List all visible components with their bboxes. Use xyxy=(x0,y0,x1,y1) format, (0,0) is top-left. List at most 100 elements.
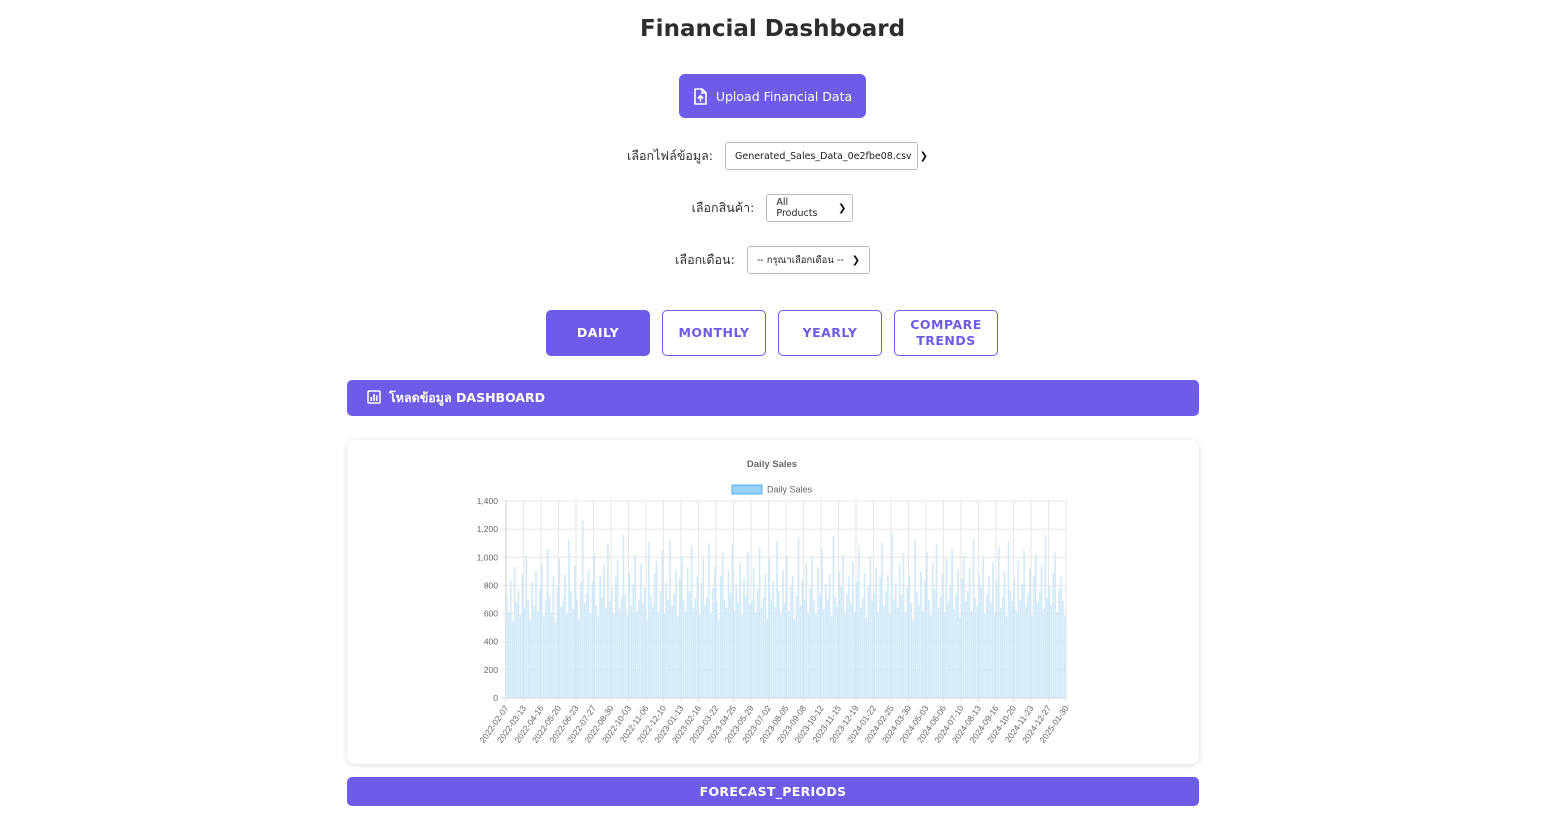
bar xyxy=(729,592,732,698)
product-select[interactable]: All Products ❯ xyxy=(766,194,854,222)
bar xyxy=(749,605,751,698)
y-tick-label: 1,200 xyxy=(477,524,499,534)
bar xyxy=(854,612,856,698)
bar xyxy=(898,564,901,698)
bar xyxy=(587,569,590,698)
bar xyxy=(906,586,909,698)
bar xyxy=(838,571,841,698)
tab-yearly[interactable]: YEARLY xyxy=(778,310,882,356)
bar xyxy=(513,567,516,698)
month-select-value: -- กรุณาเลือกเดือน -- xyxy=(756,254,844,266)
bar xyxy=(916,592,918,698)
bar xyxy=(506,596,508,698)
daily-sales-chart-card: Daily Sales Daily Sales 0 200 400 600 800 1,0… xyxy=(347,440,1199,764)
bar xyxy=(628,572,631,698)
bar xyxy=(830,616,833,698)
bar xyxy=(941,574,944,698)
upload-financial-data-button[interactable]: Upload Financial Data xyxy=(679,74,866,118)
tab-monthly[interactable]: MONTHLY xyxy=(662,310,766,356)
bar xyxy=(793,619,796,698)
tab-daily[interactable]: DAILY xyxy=(546,310,650,356)
bar xyxy=(988,575,990,698)
dashboard-section-header[interactable]: โหลดข้อมูล DASHBOARD xyxy=(347,380,1199,416)
bar xyxy=(875,567,878,698)
bar xyxy=(999,607,1002,698)
bar xyxy=(840,586,843,698)
bar xyxy=(541,564,543,698)
bar xyxy=(721,553,724,698)
bar xyxy=(712,588,714,698)
bar xyxy=(1058,589,1060,698)
chevron-down-icon: ❯ xyxy=(838,202,847,214)
bar xyxy=(585,593,588,698)
bar xyxy=(786,555,788,698)
bar xyxy=(622,534,625,698)
bar xyxy=(1023,550,1025,698)
bar xyxy=(931,562,934,698)
bar xyxy=(593,554,596,698)
chart-title: Daily Sales xyxy=(747,459,797,470)
bar xyxy=(1044,534,1047,698)
forecast-periods-bar[interactable]: FORECAST_PERIODS xyxy=(347,777,1199,806)
bar xyxy=(976,606,979,698)
forecast-periods-label: FORECAST_PERIODS xyxy=(699,784,847,799)
bar xyxy=(1054,553,1056,698)
bar xyxy=(675,569,677,698)
bar xyxy=(649,595,652,698)
bar xyxy=(507,612,510,698)
bar xyxy=(947,602,950,698)
bar xyxy=(509,579,512,698)
bar xyxy=(770,599,773,698)
bar xyxy=(1013,578,1016,698)
file-select[interactable]: Generated_Sales_Data_0e2fbe08.csv ❯ xyxy=(724,142,928,170)
bar xyxy=(564,574,566,698)
bar xyxy=(539,589,541,698)
bar xyxy=(867,585,870,698)
tab-compare-trends[interactable]: COMPARE TRENDS xyxy=(894,310,998,356)
bar xyxy=(918,605,920,698)
bar xyxy=(700,582,703,698)
y-tick-label: 1,000 xyxy=(477,552,499,562)
bar xyxy=(787,610,790,698)
y-tick-label: 0 xyxy=(493,693,498,703)
bar xyxy=(605,607,607,698)
bar xyxy=(994,612,996,698)
bar xyxy=(762,596,765,698)
bar xyxy=(636,610,638,698)
bar xyxy=(706,596,708,698)
month-select[interactable]: -- กรุณาเลือกเดือน -- ❯ xyxy=(746,246,870,274)
bar xyxy=(922,610,924,698)
bar xyxy=(859,607,862,698)
bar xyxy=(677,616,679,698)
bar xyxy=(599,575,601,698)
bar xyxy=(951,548,953,698)
bar xyxy=(716,602,718,698)
bar xyxy=(710,613,712,698)
bar xyxy=(970,610,973,698)
bar xyxy=(560,606,563,698)
bar xyxy=(828,574,831,698)
bar xyxy=(803,599,806,698)
y-tick-label: 400 xyxy=(484,637,498,647)
bar xyxy=(665,582,668,698)
bar xyxy=(826,599,829,698)
bar xyxy=(836,606,839,698)
bar xyxy=(1034,554,1037,698)
legend-label: Daily Sales xyxy=(767,485,813,495)
bar xyxy=(630,605,633,698)
file-select-row: เลือกไฟล์ข้อมูล: Generated_Sales_Data_0e… xyxy=(0,142,1545,170)
y-tick-label: 1,400 xyxy=(477,496,499,506)
bar xyxy=(727,569,730,698)
bar xyxy=(778,591,780,698)
bar xyxy=(698,614,701,698)
bar xyxy=(511,620,514,698)
bar xyxy=(572,609,574,698)
bar xyxy=(725,607,728,698)
bar xyxy=(957,569,959,698)
bar xyxy=(772,581,775,698)
bar xyxy=(688,591,691,698)
bar xyxy=(681,557,683,698)
bar xyxy=(527,599,530,698)
bar xyxy=(1021,584,1023,698)
bar xyxy=(708,543,710,698)
